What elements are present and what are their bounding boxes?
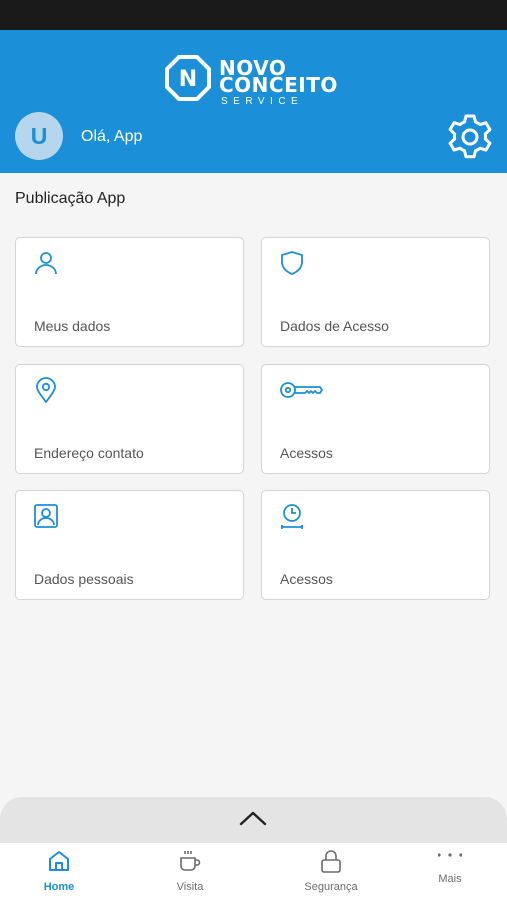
card-label: Endereço contato (34, 445, 144, 461)
home-icon (49, 851, 69, 871)
card-acessos-key[interactable]: Acessos (261, 364, 490, 474)
nav-mais[interactable]: Mais (400, 843, 500, 901)
brand-logo: N NOVO CONCEITO SERVICE (165, 55, 345, 111)
status-bar (0, 0, 507, 30)
gear-icon[interactable] (445, 112, 495, 162)
card-meus-dados[interactable]: Meus dados (15, 237, 244, 347)
card-label: Acessos (280, 571, 333, 587)
nav-visita[interactable]: Visita (140, 843, 240, 901)
clock-icon (281, 504, 303, 529)
greeting-text: Olá, App (81, 128, 143, 145)
logo-text-conceito: CONCEITO (219, 73, 338, 97)
nav-label-seguranca: Segurança (304, 881, 358, 893)
card-label: Dados de Acesso (280, 318, 389, 334)
bottom-navigation: Home Visita Segurança Mais (0, 842, 507, 901)
profile-card-icon (34, 504, 58, 528)
card-endereco-contato[interactable]: Endereço contato (15, 364, 244, 474)
more-dots-icon (438, 853, 462, 857)
avatar[interactable]: U (15, 112, 63, 160)
nav-label-visita: Visita (176, 881, 204, 893)
lock-icon (321, 850, 341, 873)
coffee-cup-icon (180, 851, 201, 871)
card-label: Dados pessoais (34, 571, 134, 587)
shield-icon (281, 251, 303, 275)
card-dados-de-acesso[interactable]: Dados de Acesso (261, 237, 490, 347)
nav-seguranca[interactable]: Segurança (281, 843, 381, 901)
location-pin-icon (36, 377, 56, 403)
key-icon (280, 382, 323, 398)
logo-text-service: SERVICE (221, 96, 304, 107)
logo-badge-icon: N (165, 55, 211, 101)
page-title: Publicação App (15, 190, 126, 207)
card-acessos-clock[interactable]: Acessos (261, 490, 490, 600)
nav-label-home: Home (43, 881, 75, 893)
nav-label-mais: Mais (438, 873, 462, 885)
user-icon (35, 252, 57, 275)
app-header: N NOVO CONCEITO SERVICE U Olá, App (0, 30, 507, 173)
chevron-up-icon[interactable] (238, 808, 268, 828)
nav-home[interactable]: Home (9, 843, 109, 901)
card-dados-pessoais[interactable]: Dados pessoais (15, 490, 244, 600)
card-label: Acessos (280, 445, 333, 461)
card-label: Meus dados (34, 318, 111, 334)
svg-text:N: N (179, 67, 197, 92)
